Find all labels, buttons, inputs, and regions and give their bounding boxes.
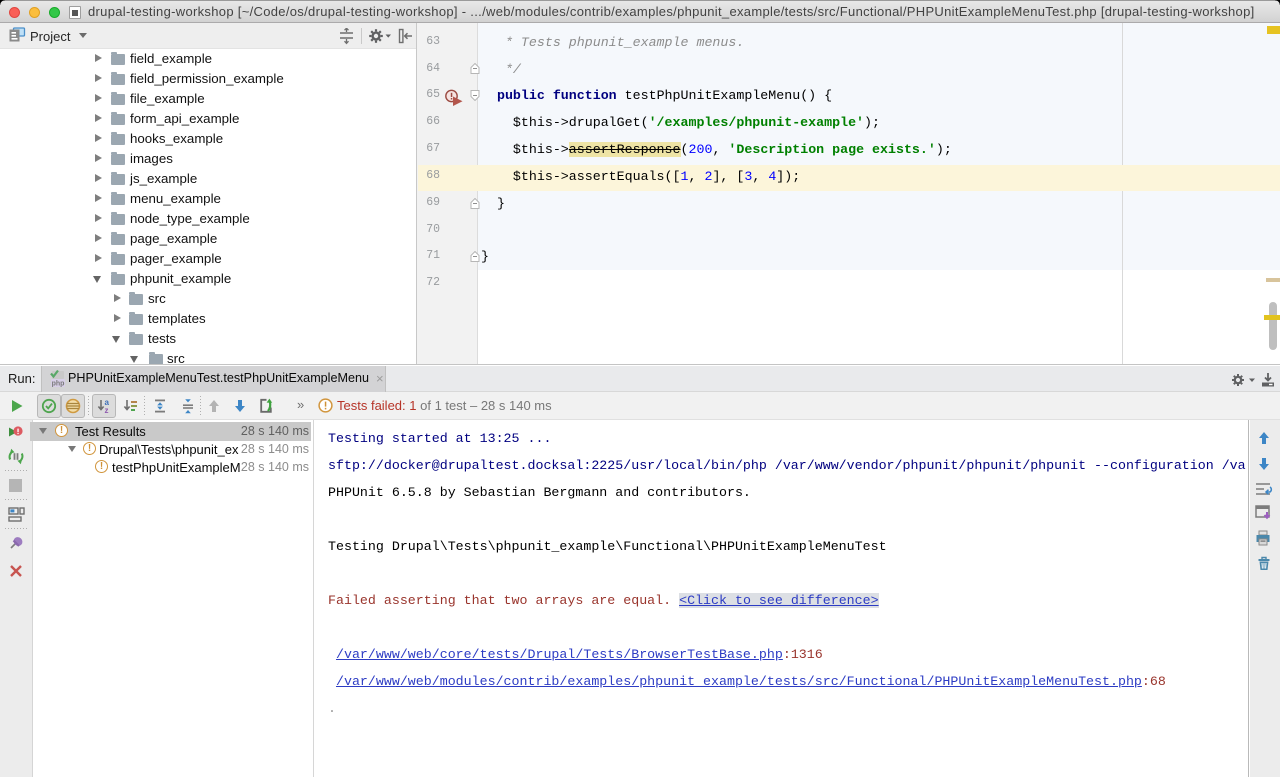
svg-text:z: z [105, 406, 109, 414]
svg-text:php: php [52, 381, 65, 388]
